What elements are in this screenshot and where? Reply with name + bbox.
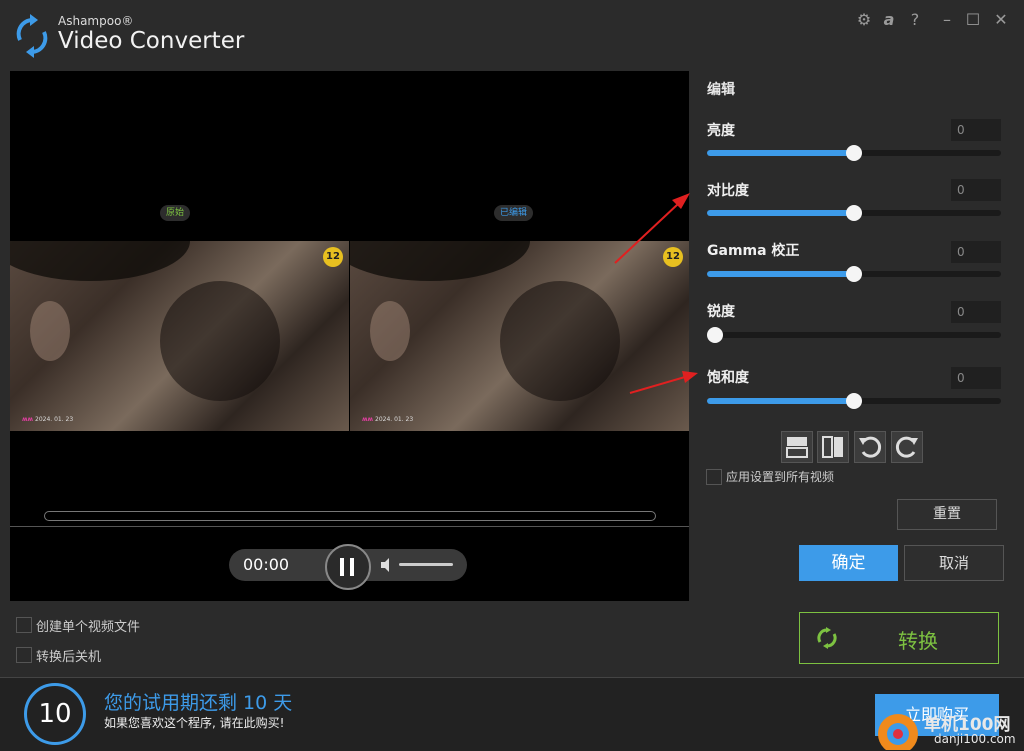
split-horizontal-icon[interactable] (781, 431, 813, 463)
close-icon[interactable]: ✕ (991, 10, 1011, 30)
contrast-slider[interactable] (707, 205, 1001, 221)
edit-panel: 编辑 亮度 0 对比度 0 Gamma 校正 0 锐度 0 饱和度 0 应用设置… (690, 71, 1020, 601)
app-title: Video Converter (58, 28, 245, 54)
pause-button[interactable] (325, 544, 371, 590)
trial-title: 您的试用期还剩 10 天 (104, 692, 293, 714)
brand-small-text: Ashampoo® (58, 14, 134, 28)
minimize-icon[interactable]: – (937, 10, 957, 30)
convert-label: 转换 (898, 629, 938, 653)
trial-days-counter: 10 (24, 683, 86, 745)
help-icon[interactable]: ? (905, 10, 925, 30)
contrast-value[interactable]: 0 (951, 179, 1001, 201)
apply-all-checkbox[interactable] (706, 469, 722, 485)
single-file-label: 创建单个视频文件 (36, 620, 141, 635)
sharpness-slider[interactable] (707, 327, 1001, 343)
shutdown-checkbox[interactable] (16, 647, 32, 663)
time-display: 00:00 (243, 555, 290, 574)
sharpness-value[interactable]: 0 (951, 301, 1001, 323)
site-watermark-url: danji100.com (934, 732, 1016, 746)
gamma-slider[interactable] (707, 266, 1001, 282)
cancel-button[interactable]: 取消 (904, 545, 1004, 581)
sharpness-label: 锐度 (707, 304, 735, 320)
trial-subtitle: 如果您喜欢这个程序, 请在此购买! (104, 716, 285, 730)
saturation-label: 饱和度 (707, 370, 749, 386)
shutdown-label: 转换后关机 (36, 650, 102, 665)
gear-icon[interactable]: ⚙ (854, 10, 874, 30)
reset-button[interactable]: 重置 (897, 499, 997, 530)
age-rating-badge: 12 (323, 247, 343, 267)
seek-bar[interactable] (44, 511, 656, 521)
slider-thumb[interactable] (707, 327, 723, 343)
saturation-value[interactable]: 0 (951, 367, 1001, 389)
single-file-checkbox[interactable] (16, 617, 32, 633)
brightness-value[interactable]: 0 (951, 119, 1001, 141)
ok-button[interactable]: 确定 (799, 545, 898, 581)
player-controls: 00:00 (229, 544, 467, 590)
broadcast-watermark: ʍʍ 2024. 01. 23 (362, 416, 414, 423)
divider (10, 526, 689, 527)
speaker-icon[interactable] (379, 557, 395, 573)
volume-slider[interactable] (399, 563, 453, 566)
original-label: 原始 (160, 205, 191, 221)
convert-button[interactable]: 转换 (799, 612, 999, 664)
original-frame: 12 ʍʍ 2024. 01. 23 (10, 241, 349, 431)
brightness-slider[interactable] (707, 145, 1001, 161)
slider-thumb[interactable] (846, 393, 862, 409)
contrast-label: 对比度 (707, 183, 749, 199)
brightness-label: 亮度 (707, 123, 735, 139)
edit-title: 编辑 (707, 82, 735, 98)
apply-all-label: 应用设置到所有视频 (726, 470, 835, 484)
video-preview: 原始 已编辑 12 ʍʍ 2024. 01. 23 12 ʍʍ 2024. 01… (10, 71, 689, 601)
rotate-right-icon[interactable] (891, 431, 923, 463)
slider-thumb[interactable] (846, 145, 862, 161)
gamma-label: Gamma 校正 (707, 243, 800, 259)
logo-icon (16, 14, 48, 58)
edited-frame: 12 ʍʍ 2024. 01. 23 (350, 241, 689, 431)
broadcast-watermark: ʍʍ 2024. 01. 23 (22, 416, 74, 423)
refresh-icon (817, 627, 837, 649)
edited-label: 已编辑 (494, 205, 534, 221)
gamma-value[interactable]: 0 (951, 241, 1001, 263)
ashampoo-a-icon[interactable]: a (879, 10, 899, 30)
split-vertical-icon[interactable] (817, 431, 849, 463)
maximize-icon[interactable]: ☐ (963, 10, 983, 30)
slider-thumb[interactable] (846, 205, 862, 221)
rotate-left-icon[interactable] (854, 431, 886, 463)
slider-thumb[interactable] (846, 266, 862, 282)
age-rating-badge: 12 (663, 247, 683, 267)
saturation-slider[interactable] (707, 393, 1001, 409)
